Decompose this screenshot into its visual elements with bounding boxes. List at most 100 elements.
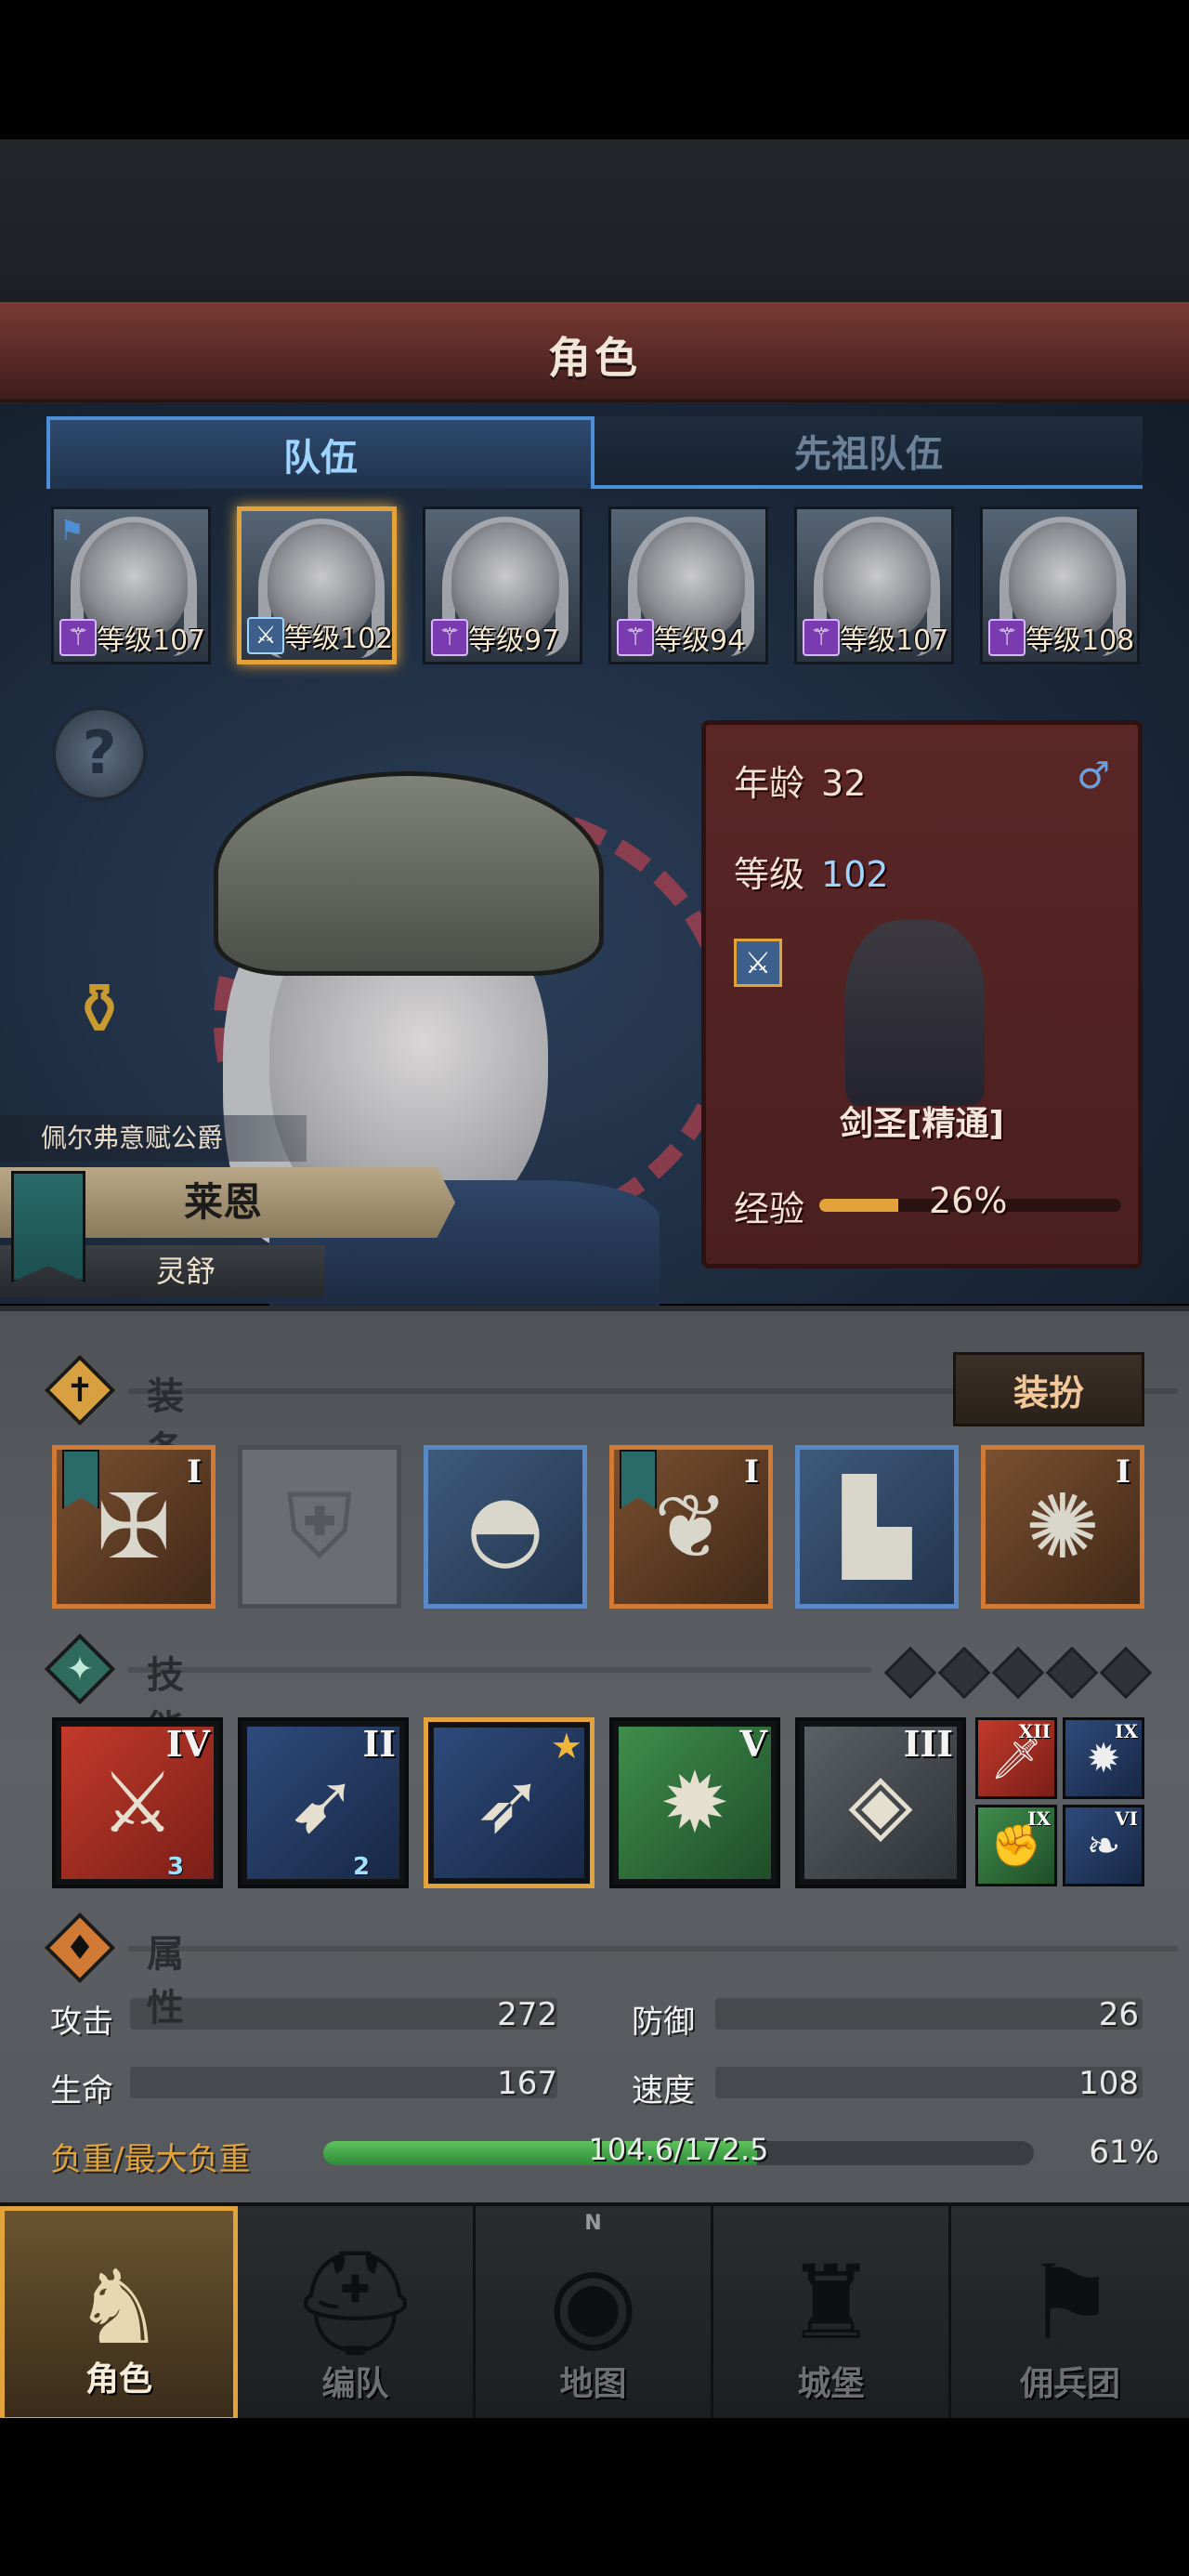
header-spacer <box>0 139 1189 302</box>
age-value: 32 <box>821 763 867 804</box>
hp-label: 生命 <box>50 2072 113 2109</box>
nav-mercenary[interactable]: ⚑ 佣兵团 <box>951 2206 1189 2422</box>
question-icon: ? <box>82 719 117 788</box>
title-bar: 角色 <box>0 302 1189 402</box>
faction-banner-icon <box>11 1171 85 1282</box>
star-icon: ✦ <box>44 1633 116 1705</box>
tier-badge: V <box>739 1723 767 1765</box>
hero-level: 等级108 <box>1026 624 1135 657</box>
tier-badge: II <box>362 1723 396 1765</box>
boots-icon: ▙ <box>843 1475 911 1579</box>
hero-level: 等级107 <box>97 624 206 657</box>
load-percent: 61% <box>1089 2134 1159 2171</box>
nav-map[interactable]: N ◉ 地图 <box>476 2206 713 2422</box>
level-row: 等级 102 <box>734 846 889 897</box>
tab-ancestor-team[interactable]: 先祖队伍 <box>594 416 1143 489</box>
home-indicator-area <box>0 2418 1189 2576</box>
equipment-slot-amulet[interactable]: ✺ I <box>981 1445 1144 1609</box>
equipment-slot-weapon[interactable]: ✠ I <box>52 1445 216 1609</box>
divider <box>128 1946 1178 1952</box>
cross-icon: ✝ <box>44 1354 116 1426</box>
hero-card[interactable]: ⚑ ⚚ 等级107 <box>51 506 211 664</box>
hero-card[interactable]: ⚚ 等级97 <box>423 506 582 664</box>
gem-count: 2 <box>353 1853 371 1881</box>
knight-icon: ♞ <box>72 2248 165 2367</box>
class-figure <box>845 920 985 1106</box>
staff-icon: ⚚ <box>988 619 1026 656</box>
defense-label: 防御 <box>632 2004 695 2041</box>
hero-level: 等级94 <box>654 624 746 657</box>
exp-label: 经验 <box>734 1189 805 1229</box>
tier-badge: IV <box>165 1723 210 1765</box>
tower-icon: ⚑ <box>1024 2243 1117 2362</box>
flag-icon: ⚑ <box>59 515 85 547</box>
speed-label: 速度 <box>632 2072 695 2109</box>
portrait-hat <box>214 771 604 976</box>
equipment-slot-head[interactable]: ◓ <box>424 1445 587 1609</box>
hero-level: 等级97 <box>468 624 560 657</box>
attack-label: 攻击 <box>50 2004 113 2041</box>
equipment-slot-offhand[interactable]: ⛨ <box>238 1445 401 1609</box>
nav-castle[interactable]: ♜ 城堡 <box>713 2206 951 2422</box>
nav-label: 地图 <box>559 2365 627 2403</box>
tab-team[interactable]: 队伍 <box>46 416 594 489</box>
character-name-area: 佩尔弗意赋公爵 莱恩 灵舒 <box>0 1115 464 1301</box>
help-button[interactable]: ? <box>52 706 147 801</box>
age-row: 年龄 32 <box>734 755 866 806</box>
class-name: 剑圣[精通] <box>840 1105 1004 1143</box>
equipment-slot-boots[interactable]: ▙ <box>795 1445 959 1609</box>
passive-skill[interactable]: ❧ VI <box>1063 1805 1144 1886</box>
skill-slot[interactable]: ➹ II 2 <box>238 1717 409 1888</box>
helmet-icon: ⛑ <box>290 2243 421 2362</box>
tier-badge: III <box>903 1723 953 1765</box>
hero-card[interactable]: ⚚ 等级107 <box>794 506 954 664</box>
load-label: 负重/最大负重 <box>50 2141 251 2178</box>
sword-icon[interactable]: ⚔ <box>734 939 782 987</box>
castle-icon: ♜ <box>785 2243 877 2362</box>
age-label: 年龄 <box>734 763 805 804</box>
page-title: 角色 <box>548 333 641 383</box>
staff-icon: ⚚ <box>803 619 840 656</box>
tier-badge: I <box>187 1453 202 1491</box>
hero-card-selected[interactable]: ⚔ 等级102 <box>237 506 397 664</box>
bottom-navigation: ♞ 角色 ⛑ 编队 N ◉ 地图 ♜ 城堡 ⚑ 佣兵团 <box>0 2202 1189 2422</box>
attack-value: 272 <box>497 1996 557 2033</box>
hero-card[interactable]: ⚚ 等级108 <box>980 506 1140 664</box>
nav-label: 角色 <box>85 2360 152 2399</box>
passive-skill[interactable]: ✹ IX <box>1063 1717 1144 1799</box>
skill-slot[interactable]: ⚔ IV 3 <box>52 1717 223 1888</box>
divider <box>128 1667 871 1673</box>
hero-level: 等级102 <box>284 623 394 655</box>
staff-icon: ⚚ <box>59 619 97 656</box>
tier-badge: VI <box>1115 1807 1138 1830</box>
nav-label: 城堡 <box>797 2365 865 2403</box>
nav-formation[interactable]: ⛑ 编队 <box>238 2206 476 2422</box>
character-stat-board: 年龄 32 ♂ 等级 102 ⚔ 剑圣[精通] 经验 26% <box>701 720 1143 1268</box>
level-value: 102 <box>821 854 889 895</box>
hero-card[interactable]: ⚚ 等级94 <box>608 506 768 664</box>
gem-count: 3 <box>167 1853 185 1881</box>
tier-badge: IX <box>1115 1720 1138 1742</box>
potion-button[interactable]: ⚱ <box>48 962 150 1055</box>
tier-badge: I <box>1116 1453 1130 1491</box>
speed-value: 108 <box>1078 2065 1139 2102</box>
defense-value: 26 <box>1098 1996 1139 2033</box>
passive-skill[interactable]: ✊ IX <box>975 1805 1057 1886</box>
male-icon: ♂ <box>1077 755 1110 797</box>
hp-value: 167 <box>497 2065 557 2102</box>
skill-slot[interactable]: ✹ V <box>609 1717 780 1888</box>
level-label: 等级 <box>734 854 805 895</box>
passive-skill[interactable]: 🗡 XII <box>975 1717 1057 1799</box>
skill-slot-selected[interactable]: ➶ ★ <box>424 1717 594 1888</box>
skill-slot[interactable]: ◈ III <box>795 1717 966 1888</box>
tier-badge: I <box>744 1453 759 1491</box>
staff-icon: ⚚ <box>617 619 654 656</box>
equipment-slot-body[interactable]: ❦ I <box>609 1445 773 1609</box>
attribute-icon: ♦ <box>44 1912 116 1984</box>
staff-icon: ⚚ <box>431 619 468 656</box>
nav-character[interactable]: ♞ 角色 <box>0 2206 238 2422</box>
star-icon: ★ <box>550 1726 582 1767</box>
nav-label: 编队 <box>321 2365 389 2403</box>
dress-up-button[interactable]: 装扮 <box>953 1352 1144 1426</box>
tier-badge: XII <box>1018 1720 1051 1742</box>
